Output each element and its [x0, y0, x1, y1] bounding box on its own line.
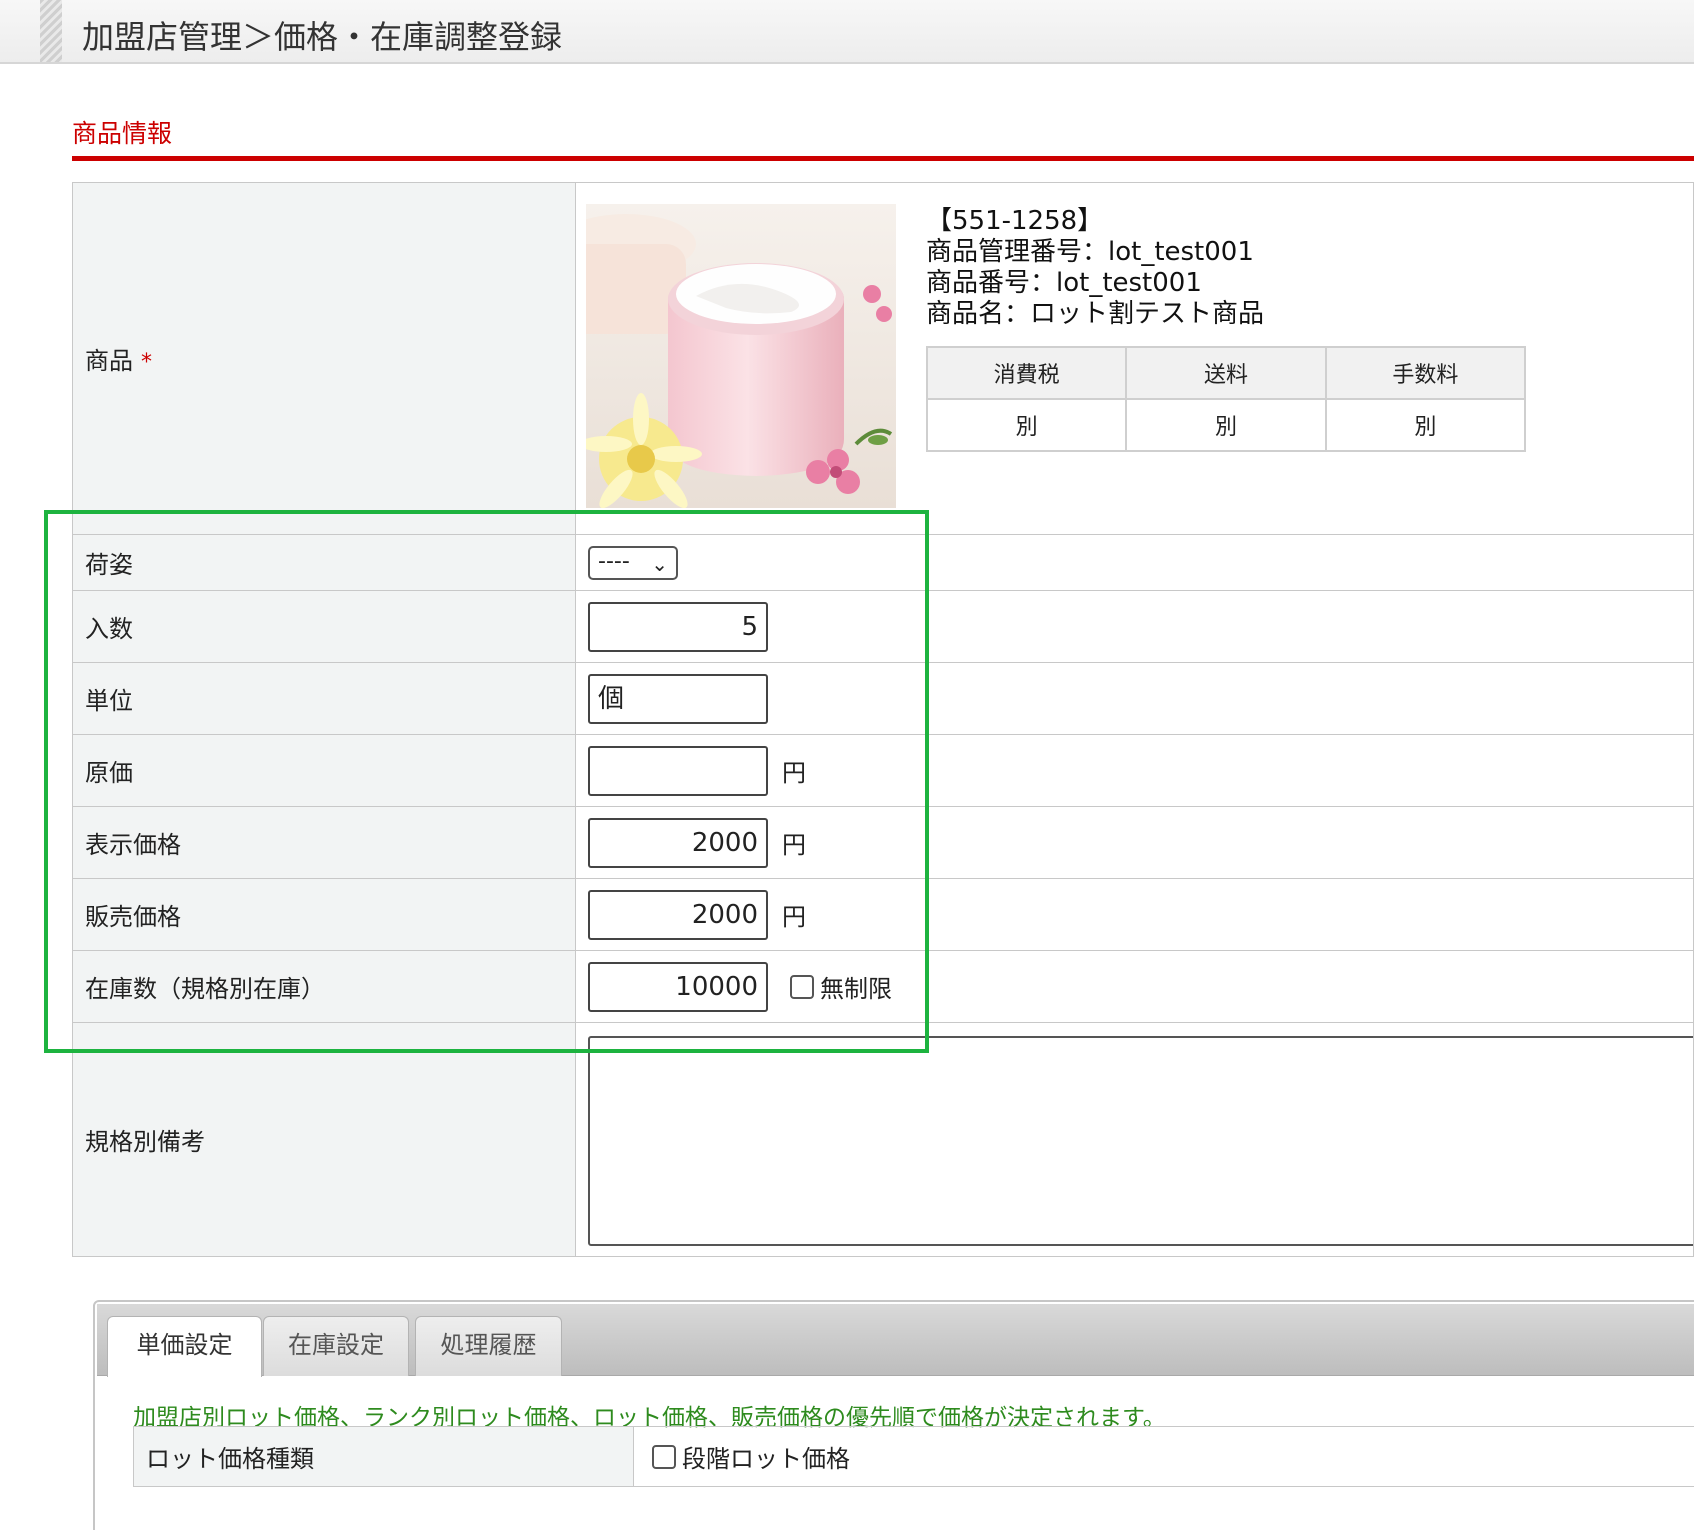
display-price-input[interactable]: 2000: [588, 817, 768, 868]
cost-value-cell: 円: [575, 734, 1694, 807]
tax-table: 消費税 送料 手数料 別 別 別: [925, 345, 1527, 452]
remarks-textarea[interactable]: [588, 1035, 1694, 1246]
tax-value-consumption: 別: [925, 397, 1128, 452]
tab-stock-settings[interactable]: 在庫設定: [263, 1316, 409, 1376]
product-name: 商品名：ロット割テスト商品: [926, 298, 1265, 329]
product-row: 商品 * 【551-1258】 商品管理番号：lot_test001 商品番号：…: [72, 182, 1694, 535]
tax-header-fee: 手数料: [1324, 345, 1527, 400]
remarks-value-cell: [575, 1022, 1694, 1257]
unit-value-cell: 個: [575, 662, 1694, 735]
tax-header-shipping: 送料: [1125, 345, 1327, 400]
sale-price-value-cell: 2000 円: [575, 878, 1694, 951]
tab-panel: 単価設定 在庫設定 処理履歴 加盟店別ロット価格、ランク別ロット価格、ロット価格…: [93, 1300, 1694, 1530]
packaging-label: 荷姿: [72, 534, 576, 591]
header-stripe-decoration: [40, 0, 62, 62]
stock-row: 在庫数（規格別在庫） 10000 無制限: [72, 950, 1694, 1023]
display-price-value-cell: 2000 円: [575, 806, 1694, 879]
lot-price-table: ロット価格種類 段階ロット価格: [133, 1426, 1694, 1487]
quantity-row: 入数 5: [72, 590, 1694, 663]
remarks-label: 規格別備考: [72, 1022, 576, 1257]
tax-value-shipping: 別: [1125, 397, 1327, 452]
stock-value-cell: 10000 無制限: [575, 950, 1694, 1023]
tax-header-consumption: 消費税: [925, 345, 1128, 400]
page-header: 加盟店管理＞価格・在庫調整登録: [0, 0, 1694, 64]
quantity-value-cell: 5: [575, 590, 1694, 663]
tiered-lot-price-checkbox[interactable]: [652, 1444, 676, 1469]
packaging-selected-value: ----: [598, 548, 630, 574]
display-price-unit: 円: [782, 831, 806, 859]
tab-unit-price-settings[interactable]: 単価設定: [107, 1316, 262, 1377]
lot-price-type-label: ロット価格種類: [133, 1426, 634, 1487]
cost-label: 原価: [72, 734, 576, 807]
cost-row: 原価 円: [72, 734, 1694, 807]
cost-input[interactable]: [588, 745, 768, 796]
display-price-row: 表示価格 2000 円: [72, 806, 1694, 879]
page-title: 加盟店管理＞価格・在庫調整登録: [82, 18, 563, 56]
packaging-row: 荷姿 ---- ⌄: [72, 534, 1694, 591]
tab-bar: 単価設定 在庫設定 処理履歴: [97, 1304, 1694, 1377]
quantity-input[interactable]: 5: [588, 601, 768, 652]
stock-input[interactable]: 10000: [588, 961, 768, 1012]
required-mark: *: [141, 350, 152, 375]
product-image: [586, 203, 896, 508]
unit-label: 単位: [72, 662, 576, 735]
sale-price-row: 販売価格 2000 円: [72, 878, 1694, 951]
stock-label: 在庫数（規格別在庫）: [72, 950, 576, 1023]
product-info: 【551-1258】 商品管理番号：lot_test001 商品番号：lot_t…: [926, 206, 1264, 330]
section-divider: [72, 156, 1694, 161]
tiered-lot-price-label: 段階ロット価格: [682, 1445, 850, 1473]
packaging-select[interactable]: ---- ⌄: [588, 545, 678, 580]
display-price-label: 表示価格: [72, 806, 576, 879]
cost-unit: 円: [782, 759, 806, 787]
product-code: 【551-1258】: [926, 205, 1104, 236]
product-management-number: 商品管理番号：lot_test001: [926, 236, 1254, 267]
packaging-value-cell: ---- ⌄: [575, 534, 1694, 591]
section-title: 商品情報: [72, 119, 173, 148]
tab-processing-history[interactable]: 処理履歴: [415, 1316, 562, 1376]
unlimited-stock-checkbox[interactable]: [790, 974, 814, 999]
product-label-cell: 商品 *: [72, 182, 576, 535]
product-number: 商品番号：lot_test001: [926, 267, 1202, 298]
product-label: 商品: [85, 347, 133, 375]
sale-price-input[interactable]: 2000: [588, 889, 768, 940]
tax-value-fee: 別: [1324, 397, 1527, 452]
lot-price-type-value-cell: 段階ロット価格: [633, 1426, 1694, 1487]
sale-price-unit: 円: [782, 903, 806, 931]
remarks-row: 規格別備考: [72, 1022, 1694, 1257]
chevron-down-icon: ⌄: [651, 551, 668, 576]
unit-input[interactable]: 個: [588, 673, 768, 724]
product-form-table: 商品 * 【551-1258】 商品管理番号：lot_test001 商品番号：…: [72, 182, 1694, 1257]
unit-row: 単位 個: [72, 662, 1694, 735]
product-value-cell: 【551-1258】 商品管理番号：lot_test001 商品番号：lot_t…: [575, 182, 1694, 535]
sale-price-label: 販売価格: [72, 878, 576, 951]
quantity-label: 入数: [72, 590, 576, 663]
unlimited-stock-label: 無制限: [820, 975, 892, 1003]
